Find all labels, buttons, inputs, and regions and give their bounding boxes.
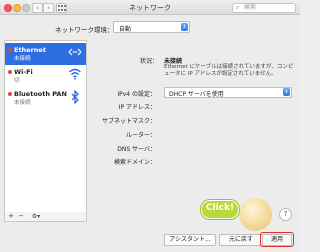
chevron-updown-icon: ⇕ bbox=[181, 23, 188, 31]
click-annotation-text: Click! bbox=[205, 203, 235, 213]
search-field[interactable]: ⌕ 検索 bbox=[232, 3, 296, 13]
search-placeholder: 検索 bbox=[244, 4, 257, 11]
chevron-updown-icon: ⇕ bbox=[283, 88, 290, 96]
status-description: Ethernet にケーブルは接続されていますが、コンピュータに IP アドレス… bbox=[164, 64, 294, 77]
gear-menu-button[interactable]: ⚙▾ bbox=[29, 212, 43, 221]
service-name: Wi-Fi bbox=[14, 68, 33, 76]
dns-server-label: DNS サーバ： bbox=[117, 146, 156, 153]
service-list-toolbar: + − ⚙▾ bbox=[4, 212, 87, 222]
router-label: ルーター： bbox=[125, 132, 156, 139]
ipv4-config-select[interactable]: DHCP サーバを使用 ⇕ bbox=[164, 87, 292, 98]
revert-button[interactable]: 元に戻す bbox=[219, 234, 263, 246]
service-item-bluetooth-pan[interactable]: Bluetooth PAN 未接続 bbox=[5, 87, 86, 109]
status-label: 状況： bbox=[140, 58, 159, 65]
location-label: ネットワーク環境： bbox=[55, 26, 114, 34]
service-list: Ethernet 未接続 Wi-Fi 切 Bluetooth PAN 未接続 bbox=[4, 40, 87, 213]
service-name: Ethernet bbox=[14, 46, 46, 54]
service-name: Bluetooth PAN bbox=[14, 90, 67, 98]
service-item-ethernet[interactable]: Ethernet 未接続 bbox=[5, 43, 86, 65]
click-annotation-bubble: Click! bbox=[201, 200, 239, 219]
remove-service-button[interactable]: − bbox=[17, 212, 25, 221]
add-service-button[interactable]: + bbox=[7, 212, 15, 221]
assistant-button[interactable]: アシスタント... bbox=[164, 234, 216, 246]
title-bar: ‹ › ネットワーク ⌕ 検索 bbox=[0, 0, 300, 15]
location-value: 自動 bbox=[119, 26, 132, 33]
search-icon: ⌕ bbox=[236, 4, 240, 11]
apply-highlight-box bbox=[260, 232, 294, 247]
ipv4-label: IPv4 の設定： bbox=[117, 91, 156, 98]
service-status: 未接続 bbox=[14, 56, 31, 62]
status-dot-icon bbox=[8, 48, 12, 52]
wifi-icon bbox=[69, 68, 81, 80]
help-button[interactable]: ? bbox=[279, 208, 292, 221]
ethernet-icon bbox=[68, 48, 82, 56]
network-preferences-window: ‹ › ネットワーク ⌕ 検索 ネットワーク環境： 自動 ⇕ Ethernet … bbox=[0, 0, 300, 252]
search-domain-label: 検索ドメイン： bbox=[113, 159, 156, 166]
service-item-wifi[interactable]: Wi-Fi 切 bbox=[5, 65, 86, 87]
service-status: 切 bbox=[14, 78, 20, 84]
click-highlight-circle bbox=[239, 198, 272, 231]
service-status: 未接続 bbox=[14, 100, 31, 106]
subnet-mask-label: サブネットマスク： bbox=[101, 118, 156, 125]
status-dot-icon bbox=[8, 70, 12, 74]
ip-address-label: IP アドレス： bbox=[118, 104, 156, 111]
ipv4-config-value: DHCP サーバを使用 bbox=[169, 91, 224, 98]
status-dot-icon bbox=[8, 92, 12, 96]
location-select[interactable]: 自動 ⇕ bbox=[113, 21, 190, 33]
